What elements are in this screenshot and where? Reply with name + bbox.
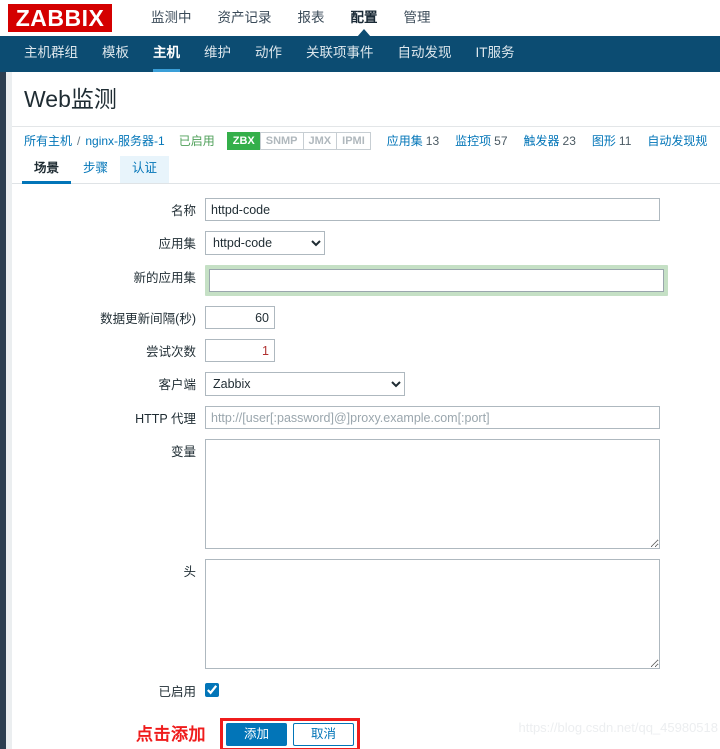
field-row-application: 应用集 httpd-code [12,231,720,256]
subnav-item-services[interactable]: IT服务 [464,36,527,72]
label-application: 应用集 [158,237,196,252]
label-retries: 尝试次数 [145,345,196,360]
field-row-enabled: 已启用 [12,679,720,702]
breadcrumb-host-name[interactable]: nginx-服务器-1 [85,132,164,149]
retries-input[interactable] [205,339,275,363]
host-status-enabled[interactable]: 已启用 [179,132,215,149]
field-row-name: 名称 [12,198,720,222]
label-name: 名称 [170,204,196,219]
subnav-item-actions[interactable]: 动作 [243,36,294,72]
left-gutter [6,72,12,749]
field-row-http-proxy: HTTP 代理 [12,406,720,430]
http-proxy-input[interactable] [205,406,660,430]
breadcrumb-applications-label: 应用集 [386,134,423,149]
breadcrumb-discovery-rules[interactable]: 自动发现规 [647,132,707,149]
badge-snmp[interactable]: SNMP [259,131,303,151]
breadcrumb-graphs-count: 11 [618,134,632,149]
top-header-bar: ZABBIX 监测中 资产记录 报表 配置 管理 [0,0,720,36]
action-buttons-highlight: 添加 取消 [220,718,361,749]
nav-item-inventory[interactable]: 资产记录 [205,0,285,36]
breadcrumb-graphs[interactable]: 图形 11 [592,132,631,149]
breadcrumb: 所有主机 / nginx-服务器-1 已启用 ZBX SNMP JMX IPMI… [12,126,720,154]
subnav-item-host-groups[interactable]: 主机群组 [12,36,90,72]
subnav-item-maintenance[interactable]: 维护 [192,36,243,72]
left-edge-strip [0,36,6,749]
breadcrumb-items-label: 监控项 [455,134,492,149]
field-row-variables: 变量 [12,439,720,550]
zabbix-logo[interactable]: ZABBIX [8,4,112,32]
breadcrumb-items-count: 57 [494,134,508,149]
label-new-application: 新的应用集 [133,271,196,286]
update-interval-input[interactable] [205,306,275,330]
application-select[interactable]: httpd-code [205,231,325,256]
breadcrumb-applications-count: 13 [425,134,440,149]
content-area: Web监测 所有主机 / nginx-服务器-1 已启用 ZBX SNMP JM… [12,72,720,749]
add-button[interactable]: 添加 [226,723,288,747]
new-application-focus-ring [205,265,668,297]
label-enabled: 已启用 [158,685,196,700]
breadcrumb-separator: / [77,133,81,148]
secondary-nav: 主机群组 模板 主机 维护 动作 关联项事件 自动发现 IT服务 [0,36,720,72]
field-row-new-application: 新的应用集 [12,265,720,297]
label-headers: 头 [183,565,196,580]
click-add-annotation: 点击添加 [136,724,206,744]
badge-zbx[interactable]: ZBX [226,131,260,151]
field-row-headers: 头 [12,559,720,670]
label-http-proxy: HTTP 代理 [135,412,196,427]
breadcrumb-all-hosts[interactable]: 所有主机 [24,132,72,149]
breadcrumb-graphs-label: 图形 [591,134,616,149]
label-agent: 客户端 [158,378,196,393]
nav-item-configuration[interactable]: 配置 [338,0,391,36]
field-row-update-interval: 数据更新间隔(秒) [12,306,720,330]
web-scenario-form: 名称 应用集 httpd-code 新的应用集 [12,184,720,749]
breadcrumb-items[interactable]: 监控项 57 [455,132,507,149]
tab-scenario[interactable]: 场景 [22,156,72,185]
subnav-item-correlation[interactable]: 关联项事件 [294,36,386,72]
name-input[interactable] [205,198,660,222]
label-variables: 变量 [170,445,196,460]
new-application-input[interactable] [209,269,664,293]
page-title: Web监测 [24,86,117,112]
field-row-agent: 客户端 Zabbix [12,372,720,397]
zabbix-web-monitoring-page: ZABBIX 监测中 资产记录 报表 配置 管理 主机群组 模板 主机 维护 动… [0,0,720,749]
tab-authentication[interactable]: 认证 [120,156,170,184]
nav-item-reports[interactable]: 报表 [285,0,338,36]
breadcrumb-triggers[interactable]: 触发器 23 [524,132,576,149]
enabled-checkbox[interactable] [205,683,219,698]
variables-textarea[interactable] [205,439,660,550]
host-interface-badges: ZBX SNMP JMX IPMI [226,131,371,151]
nav-item-monitoring[interactable]: 监测中 [138,0,205,36]
tab-steps[interactable]: 步骤 [71,156,120,183]
breadcrumb-triggers-label: 触发器 [523,134,560,149]
field-row-retries: 尝试次数 [12,339,720,363]
nav-item-administration[interactable]: 管理 [391,0,444,36]
agent-select[interactable]: Zabbix [205,372,405,397]
headers-textarea[interactable] [205,559,660,670]
cancel-button[interactable]: 取消 [293,723,355,747]
breadcrumb-triggers-count: 23 [562,134,576,149]
form-tabs: 场景 步骤 认证 [12,154,720,185]
label-update-interval: 数据更新间隔(秒) [100,312,196,327]
subnav-item-hosts[interactable]: 主机 [141,36,192,72]
badge-jmx[interactable]: JMX [302,131,337,151]
primary-nav: 监测中 资产记录 报表 配置 管理 [138,0,444,36]
breadcrumb-applications[interactable]: 应用集 13 [387,132,439,149]
subnav-item-templates[interactable]: 模板 [90,36,141,72]
watermark: https://blog.csdn.net/qq_45980518 [518,720,719,735]
badge-ipmi[interactable]: IPMI [336,131,371,151]
subnav-item-discovery[interactable]: 自动发现 [386,36,464,72]
